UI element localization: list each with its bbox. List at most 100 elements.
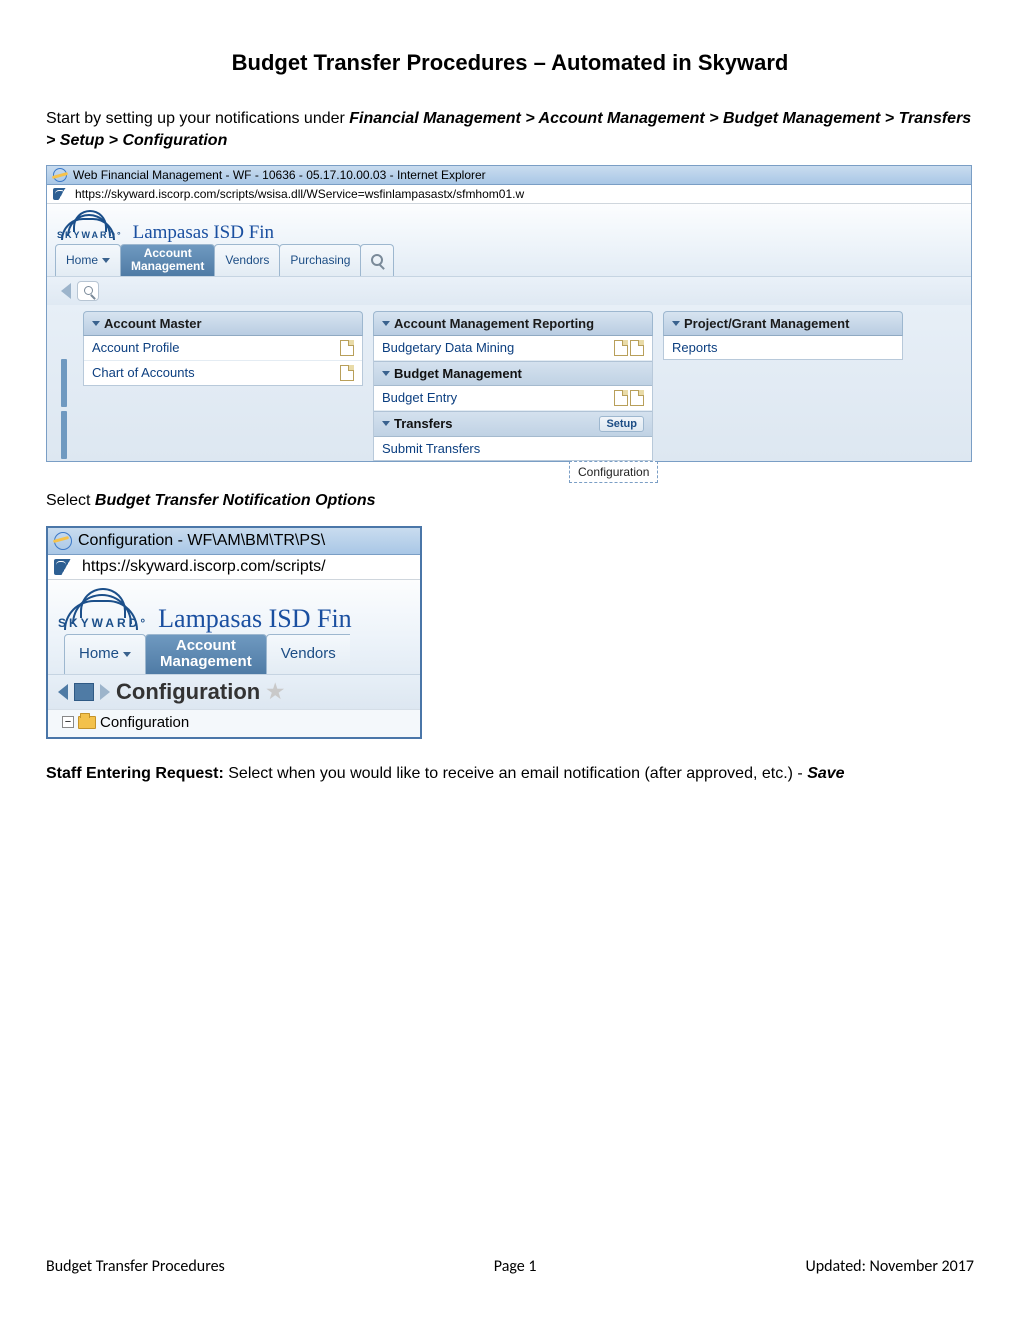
nav-tabs: Home Account Management Vendors <box>48 634 420 674</box>
page-footer: Budget Transfer Procedures Page 1 Update… <box>46 1257 974 1276</box>
screenshot-2-window: Configuration - WF\AM\BM\TR\PS\ https://… <box>46 526 422 739</box>
staff-paragraph: Staff Entering Request: Select when you … <box>46 765 974 783</box>
tab-vendors-label: Vendors <box>281 646 336 663</box>
panel-account-mgmt-reporting: Account Management Reporting Budgetary D… <box>373 311 653 461</box>
link-label: Submit Transfers <box>382 441 480 456</box>
chevron-down-icon <box>92 321 100 326</box>
document-pair-icon <box>614 390 644 406</box>
skyward-logo: SKYWARD° <box>57 210 123 240</box>
chevron-down-icon <box>672 321 680 326</box>
search-icon <box>371 254 383 266</box>
tab-account-management[interactable]: Account Management <box>120 244 215 275</box>
select-bold: Budget Transfer Notification Options <box>95 492 376 509</box>
window-title-text: Configuration - WF\AM\BM\TR\PS\ <box>78 532 325 550</box>
tab-vendors[interactable]: Vendors <box>266 634 350 674</box>
tab-home[interactable]: Home <box>55 244 121 275</box>
sub-nav-strip <box>47 276 971 305</box>
nav-square-icon[interactable] <box>74 683 94 701</box>
address-bar[interactable]: https://skyward.iscorp.com/scripts/wsisa… <box>47 185 971 204</box>
page-title: Budget Transfer Procedures – Automated i… <box>46 50 974 76</box>
intro-paragraph: Start by setting up your notifications u… <box>46 108 974 151</box>
window-titlebar: Configuration - WF\AM\BM\TR\PS\ <box>48 528 420 555</box>
link-label: Budgetary Data Mining <box>382 340 514 355</box>
footer-page: Page 1 <box>494 1257 537 1276</box>
tab-home-label: Home <box>66 254 98 267</box>
tab-account-management[interactable]: Account Management <box>145 634 267 674</box>
intro-text: Start by setting up your notifications u… <box>46 110 349 127</box>
link-budget-entry[interactable]: Budget Entry <box>374 386 652 411</box>
tab-vendors-label: Vendors <box>225 254 269 267</box>
left-accent-bars <box>61 359 69 463</box>
staff-text: Select when you would like to receive an… <box>224 765 807 782</box>
link-label: Chart of Accounts <box>92 365 195 380</box>
subhead-transfers[interactable]: Transfers Setup <box>374 411 652 437</box>
tree-label: Configuration <box>100 714 189 731</box>
ie-icon <box>54 532 72 550</box>
chevron-down-icon <box>123 652 131 657</box>
panel-head-project-grant[interactable]: Project/Grant Management <box>663 311 903 336</box>
tab-home[interactable]: Home <box>64 634 146 674</box>
chevron-down-icon <box>102 258 110 263</box>
org-name: Lampasas ISD Fin <box>133 222 274 244</box>
tab-vendors[interactable]: Vendors <box>214 244 280 275</box>
chevron-down-icon <box>382 321 390 326</box>
flyout-configuration[interactable]: Configuration <box>569 461 658 483</box>
panel-project-grant: Project/Grant Management Reports <box>663 311 903 461</box>
skyward-logo: SKYWARD° <box>58 588 148 630</box>
document-icon <box>340 340 354 356</box>
tree-row-configuration[interactable]: − Configuration <box>48 709 420 737</box>
panel-head-label: Account Management Reporting <box>394 316 594 331</box>
app-header: SKYWARD° Lampasas ISD Fin <box>48 580 420 634</box>
link-label: Reports <box>672 340 718 355</box>
link-reports[interactable]: Reports <box>664 336 902 359</box>
subhead-budget-management[interactable]: Budget Management <box>374 361 652 386</box>
tab-acct-label: Account Management <box>131 247 204 273</box>
panels-area: Account Master Account Profile Chart of … <box>47 305 971 461</box>
url-text: https://skyward.iscorp.com/scripts/ <box>82 558 326 576</box>
link-budgetary-data-mining[interactable]: Budgetary Data Mining <box>374 336 652 361</box>
staff-save: Save <box>807 765 844 782</box>
setup-button[interactable]: Setup <box>599 416 644 432</box>
tab-home-label: Home <box>79 646 119 663</box>
star-icon[interactable]: ★ <box>266 679 284 704</box>
panel-head-account-master[interactable]: Account Master <box>83 311 363 336</box>
folder-icon <box>78 716 96 729</box>
mini-search-button[interactable] <box>77 281 99 301</box>
panel-head-reporting[interactable]: Account Management Reporting <box>373 311 653 336</box>
chevron-down-icon <box>382 421 390 426</box>
screenshot-1-window: Web Financial Management - WF - 10636 - … <box>46 165 972 461</box>
nav-tabs: Home Account Management Vendors Purchasi… <box>47 244 971 275</box>
skyward-favicon <box>54 559 78 575</box>
url-text: https://skyward.iscorp.com/scripts/wsisa… <box>75 187 524 201</box>
nav-left-icon[interactable] <box>58 684 68 700</box>
ie-icon <box>53 168 67 182</box>
nav-right-icon[interactable] <box>100 684 110 700</box>
subhead-label: Budget Management <box>394 366 522 381</box>
tree-collapse-icon[interactable]: − <box>62 716 74 728</box>
tab-purchasing[interactable]: Purchasing <box>279 244 361 275</box>
subhead-label: Transfers <box>394 416 453 431</box>
panel-head-label: Project/Grant Management <box>684 316 849 331</box>
panel-account-master: Account Master Account Profile Chart of … <box>83 311 363 461</box>
footer-date: Updated: November 2017 <box>805 1257 974 1276</box>
window-title-text: Web Financial Management - WF - 10636 - … <box>73 168 486 182</box>
skyward-favicon <box>53 188 71 200</box>
skyward-swish-icon <box>64 588 142 616</box>
tab-search[interactable] <box>360 244 394 275</box>
document-pair-icon <box>614 340 644 356</box>
app-header: SKYWARD° Lampasas ISD Fin <box>47 204 971 244</box>
chevron-down-icon <box>382 371 390 376</box>
address-bar[interactable]: https://skyward.iscorp.com/scripts/ <box>48 555 420 580</box>
org-name: Lampasas ISD Fin <box>158 604 352 634</box>
link-chart-of-accounts[interactable]: Chart of Accounts <box>84 361 362 385</box>
staff-label: Staff Entering Request: <box>46 765 224 782</box>
window-titlebar: Web Financial Management - WF - 10636 - … <box>47 166 971 185</box>
search-icon <box>84 286 93 295</box>
select-text: Select <box>46 492 95 509</box>
link-submit-transfers[interactable]: Submit Transfers <box>374 437 652 460</box>
link-label: Account Profile <box>92 340 179 355</box>
footer-left: Budget Transfer Procedures <box>46 1257 225 1276</box>
link-account-profile[interactable]: Account Profile <box>84 336 362 361</box>
panel-head-label: Account Master <box>104 316 202 331</box>
nav-left-icon[interactable] <box>61 283 71 299</box>
